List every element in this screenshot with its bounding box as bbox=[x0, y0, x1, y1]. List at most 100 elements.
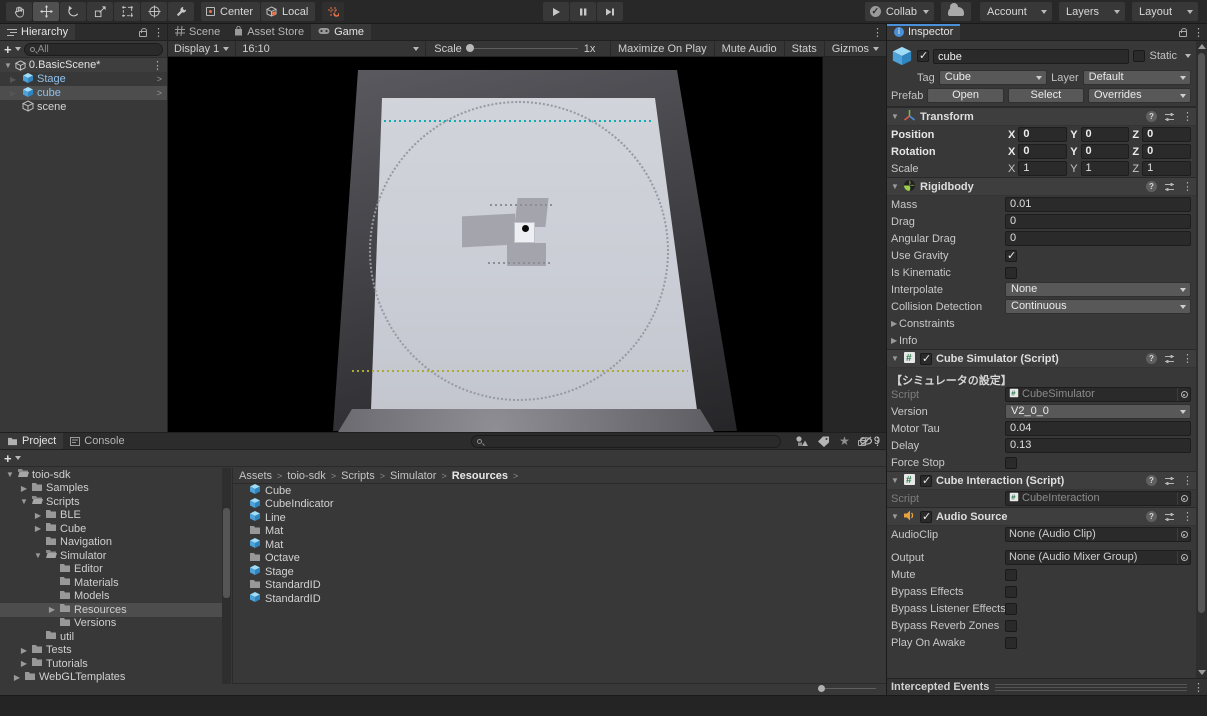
component-header[interactable]: ▼Rigidbody?⋮ bbox=[887, 177, 1197, 196]
inspector-lock-icon[interactable] bbox=[1179, 31, 1187, 37]
tree-closed-arrow-icon[interactable]: ▶ bbox=[13, 673, 21, 682]
tree-closed-arrow-icon[interactable]: ▶ bbox=[20, 484, 28, 493]
tree-item-samples[interactable]: ▶Samples bbox=[0, 482, 222, 496]
tree-item-navigation[interactable]: Navigation bbox=[0, 536, 222, 550]
play-button[interactable] bbox=[543, 2, 569, 21]
tree-open-arrow-icon[interactable]: ▼ bbox=[6, 470, 14, 479]
scale-z-field[interactable]: 1 bbox=[1142, 161, 1191, 176]
tree-item-versions[interactable]: Versions bbox=[0, 617, 222, 631]
bypass-reverb-zones-checkbox[interactable] bbox=[1005, 620, 1017, 632]
asset-item-line-2[interactable]: Line bbox=[233, 511, 886, 525]
hierarchy-item-stage[interactable]: ▶Stage> bbox=[0, 72, 167, 86]
move-tool-button[interactable] bbox=[33, 2, 59, 21]
tree-item-toio-sdk[interactable]: ▼toio-sdk bbox=[0, 468, 222, 482]
step-button[interactable] bbox=[597, 2, 623, 21]
hidden-count-badge[interactable]: 9 bbox=[859, 435, 880, 447]
tree-closed-arrow-icon[interactable]: ▶ bbox=[34, 511, 42, 520]
foldout-icon[interactable]: ▼ bbox=[891, 112, 899, 121]
component-enabled-checkbox[interactable] bbox=[920, 353, 932, 365]
position-y-field[interactable]: 0 bbox=[1081, 127, 1130, 142]
presets-icon[interactable] bbox=[1164, 112, 1175, 122]
presets-icon[interactable] bbox=[1164, 354, 1175, 364]
create-object-button[interactable]: + bbox=[4, 43, 12, 56]
scroll-down-icon[interactable] bbox=[1198, 670, 1206, 675]
rotate-tool-button[interactable] bbox=[60, 2, 86, 21]
help-icon[interactable]: ? bbox=[1146, 353, 1157, 364]
lock-icon[interactable] bbox=[139, 31, 147, 37]
tab-hierarchy[interactable]: Hierarchy bbox=[0, 24, 75, 40]
drag-field[interactable]: 0 bbox=[1005, 214, 1191, 229]
tree-item-editor[interactable]: Editor bbox=[0, 563, 222, 577]
component-header[interactable]: ▼#Cube Interaction (Script)?⋮ bbox=[887, 471, 1197, 490]
prefab-open-chevron[interactable]: > bbox=[157, 88, 162, 98]
component-enabled-checkbox[interactable] bbox=[920, 511, 932, 523]
collab-dropdown[interactable]: ✓ Collab bbox=[865, 2, 934, 21]
object-picker-icon[interactable] bbox=[1177, 551, 1190, 564]
tree-item-resources[interactable]: ▶Resources bbox=[0, 603, 222, 617]
drag-grip[interactable] bbox=[995, 684, 1187, 691]
scale-x-field[interactable]: 1 bbox=[1018, 161, 1067, 176]
scale-slider[interactable] bbox=[466, 48, 578, 49]
tree-closed-arrow-icon[interactable]: ▶ bbox=[48, 605, 56, 614]
prefab-open-chevron[interactable]: > bbox=[157, 74, 162, 84]
object-picker-icon[interactable] bbox=[1177, 492, 1190, 505]
layers-dropdown[interactable]: Layers bbox=[1059, 2, 1125, 21]
grid-snap-button[interactable] bbox=[322, 2, 344, 21]
scene-header-row[interactable]: ▼ 0.BasicScene* ⋮ bbox=[0, 58, 167, 72]
help-icon[interactable]: ? bbox=[1146, 475, 1157, 486]
tree-item-scripts[interactable]: ▼Scripts bbox=[0, 495, 222, 509]
transform-tool-button[interactable] bbox=[141, 2, 167, 21]
asset-item-cube-0[interactable]: Cube bbox=[233, 484, 886, 498]
position-z-field[interactable]: 0 bbox=[1142, 127, 1191, 142]
tree-item-webgltemplates[interactable]: ▶WebGLTemplates bbox=[0, 671, 222, 685]
tree-item-cube[interactable]: ▶Cube bbox=[0, 522, 222, 536]
scene-menu-icon[interactable]: ⋮ bbox=[152, 59, 163, 72]
tree-item-tests[interactable]: ▶Tests bbox=[0, 644, 222, 658]
tree-closed-arrow-icon[interactable]: ▶ bbox=[20, 646, 28, 655]
delay-field[interactable]: 0.13 bbox=[1005, 438, 1191, 453]
inspector-row-info[interactable]: ▶Info bbox=[887, 332, 1197, 349]
component-header[interactable]: ▼Transform?⋮ bbox=[887, 107, 1197, 126]
use-gravity-checkbox[interactable] bbox=[1005, 250, 1017, 262]
tree-item-materials[interactable]: Materials bbox=[0, 576, 222, 590]
tree-item-models[interactable]: Models bbox=[0, 590, 222, 604]
account-dropdown[interactable]: Account bbox=[980, 2, 1052, 21]
prefab-overrides-dropdown[interactable]: Overrides bbox=[1088, 88, 1191, 103]
force-stop-checkbox[interactable] bbox=[1005, 457, 1017, 469]
inspector-row-constraints[interactable]: ▶Constraints bbox=[887, 315, 1197, 332]
breadcrumb-resources[interactable]: Resources bbox=[452, 470, 508, 482]
gizmos-dropdown[interactable]: Gizmos bbox=[824, 41, 886, 56]
layer-dropdown[interactable]: Default bbox=[1083, 70, 1191, 85]
tree-item-util[interactable]: util bbox=[0, 630, 222, 644]
asset-item-cubeindicator-1[interactable]: CubeIndicator bbox=[233, 498, 886, 512]
component-header[interactable]: ▼Audio Source?⋮ bbox=[887, 507, 1197, 526]
icon-size-slider[interactable] bbox=[820, 688, 876, 689]
asset-item-mat-4[interactable]: Mat bbox=[233, 538, 886, 552]
component-header[interactable]: ▼#Cube Simulator (Script)?⋮ bbox=[887, 349, 1197, 368]
interpolate-dropdown[interactable]: None bbox=[1005, 282, 1191, 297]
component-menu-icon[interactable]: ⋮ bbox=[1182, 474, 1193, 487]
tab-console[interactable]: Console bbox=[63, 433, 131, 449]
maximize-on-play-button[interactable]: Maximize On Play bbox=[610, 41, 714, 56]
foldout-icon[interactable]: ▼ bbox=[891, 182, 899, 191]
foldout-icon[interactable]: ▼ bbox=[891, 512, 899, 521]
presets-icon[interactable] bbox=[1164, 182, 1175, 192]
scrollbar-thumb[interactable] bbox=[1198, 53, 1205, 613]
component-menu-icon[interactable]: ⋮ bbox=[1182, 510, 1193, 523]
breadcrumb-simulator[interactable]: Simulator bbox=[390, 470, 436, 482]
tree-item-tutorials[interactable]: ▶Tutorials bbox=[0, 657, 222, 671]
tree-scrollbar[interactable] bbox=[222, 468, 231, 684]
inspector-scrollbar[interactable] bbox=[1196, 41, 1207, 678]
angular-drag-field[interactable]: 0 bbox=[1005, 231, 1191, 246]
help-icon[interactable]: ? bbox=[1146, 511, 1157, 522]
intercepted-events-bar[interactable]: Intercepted Events ⋮ bbox=[887, 678, 1207, 695]
asset-item-octave-5[interactable]: Octave bbox=[233, 552, 886, 566]
hierarchy-search-input[interactable]: All bbox=[24, 43, 163, 56]
search-by-type-icon[interactable] bbox=[795, 435, 808, 447]
bypass-listener-effects-checkbox[interactable] bbox=[1005, 603, 1017, 615]
icon-size-knob[interactable] bbox=[818, 685, 825, 692]
hand-tool-button[interactable] bbox=[6, 2, 32, 21]
tab-project[interactable]: Project bbox=[0, 433, 63, 449]
gameview-menu-icon[interactable]: ⋮ bbox=[872, 26, 883, 39]
prefab-select-button[interactable]: Select bbox=[1008, 88, 1084, 103]
